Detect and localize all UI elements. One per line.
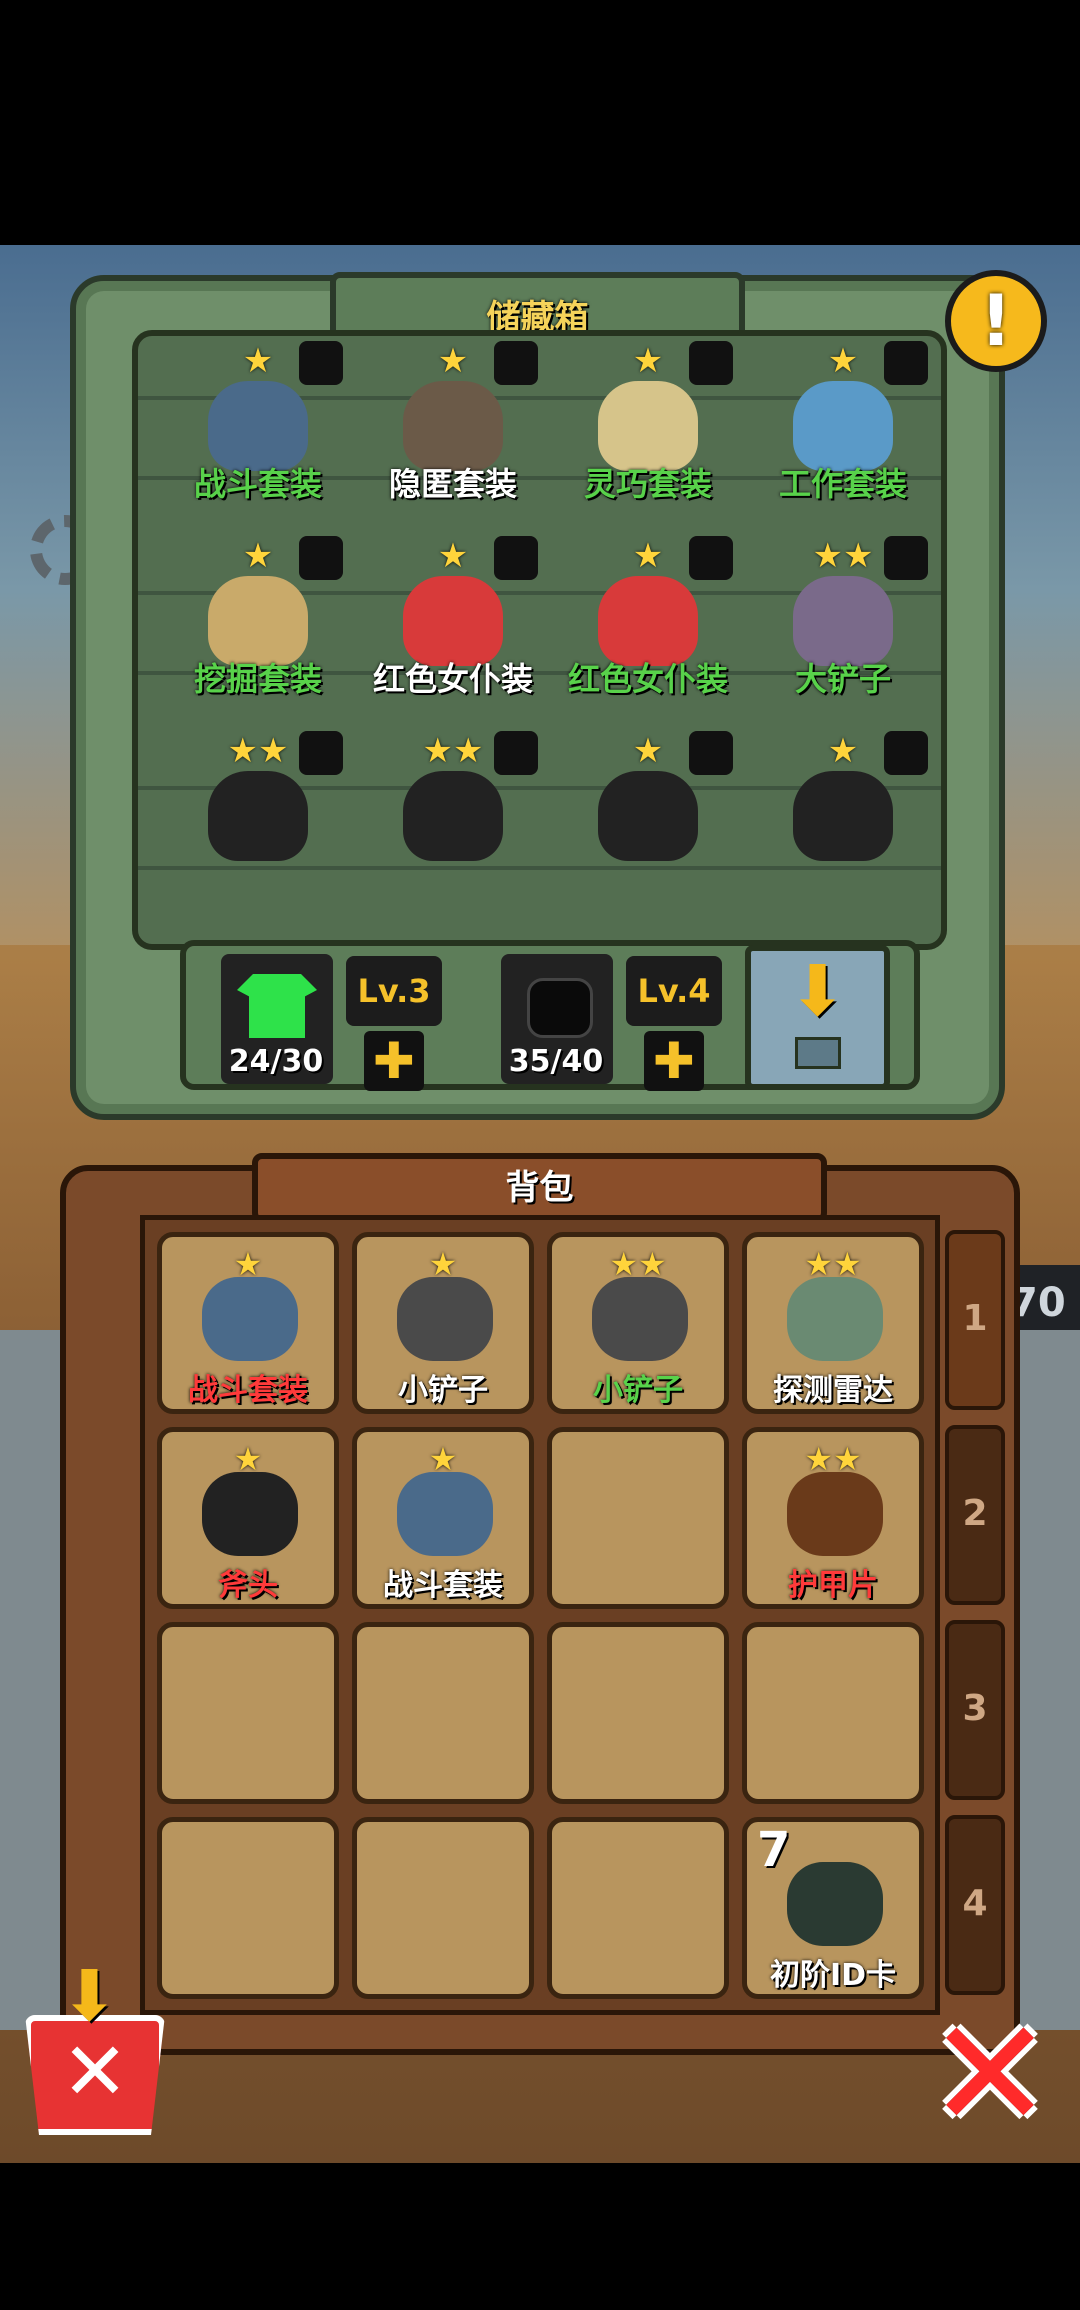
backpack-page-tab[interactable]: 4 (945, 1815, 1005, 1995)
backpack-slot[interactable]: ★★ 小铲子 (547, 1232, 729, 1414)
storage-item[interactable]: ★ 红色女仆装 (358, 536, 548, 726)
lock-slot-icon (494, 731, 538, 775)
lock-slot-icon (299, 341, 343, 385)
close-button[interactable]: ✕ (920, 2000, 1060, 2150)
red-maid-outfit-icon (598, 576, 698, 666)
storage-item[interactable]: ★ 红色女仆装 (553, 536, 743, 726)
storage-item[interactable]: ★ 挖掘套装 (163, 536, 353, 726)
slingshot-icon (403, 771, 503, 861)
backpack-slot[interactable]: ★ 战斗套装 (157, 1232, 339, 1414)
backpack-slot[interactable] (352, 1622, 534, 1804)
backpack-slot[interactable] (742, 1622, 924, 1804)
outfit-capacity: 24/30 (228, 1044, 324, 1079)
small-shovel-icon (592, 1277, 688, 1361)
backpack-slot[interactable]: ★★ 探测雷达 (742, 1232, 924, 1414)
combat-suit-icon (208, 381, 308, 471)
backpack-item-label: 小铲子 (593, 1373, 683, 1408)
backpack-slot[interactable] (157, 1622, 339, 1804)
storage-item-label: 大铲子 (794, 660, 891, 698)
discard-x-icon: ✕ (61, 2025, 129, 2118)
storage-item[interactable]: ★ (553, 731, 743, 921)
rocket-launcher-icon (793, 771, 893, 861)
storage-item[interactable]: ★★ 大铲子 (748, 536, 938, 726)
shirt-icon (237, 974, 317, 1038)
digging-suit-icon (208, 576, 308, 666)
chest-slot-icon (794, 1037, 841, 1069)
storage-item[interactable]: ★ 工作套装 (748, 341, 938, 531)
red-maid-outfit-icon (403, 576, 503, 666)
backpack-page-tab[interactable]: 2 (945, 1425, 1005, 1605)
storage-item[interactable]: ★★ (163, 731, 353, 921)
backpack-item-label: 初阶ID卡 (769, 1958, 897, 1993)
combat-suit-icon (397, 1472, 493, 1556)
down-arrow-icon: ⬇ (60, 1955, 119, 2037)
agile-suit-icon (598, 381, 698, 471)
backpack-slot[interactable] (547, 1817, 729, 1999)
backpack-page-tab[interactable]: 3 (945, 1620, 1005, 1800)
lock-slot-icon (299, 536, 343, 580)
backpack-item-label: 斧头 (218, 1568, 278, 1603)
lock-slot-icon (689, 731, 733, 775)
item-quantity: 7 (757, 1822, 791, 1878)
radar-detector-icon (787, 1277, 883, 1361)
backpack-item-label: 护甲片 (788, 1568, 878, 1603)
backpack-slot[interactable] (547, 1427, 729, 1609)
slingshot-icon (208, 771, 308, 861)
armor-plate-icon (787, 1472, 883, 1556)
lock-slot-icon (689, 536, 733, 580)
bag-icon (527, 978, 593, 1038)
storage-item-label: 工作套装 (778, 465, 907, 503)
lock-slot-icon (884, 536, 928, 580)
lock-slot-icon (884, 731, 928, 775)
alert-icon[interactable]: ! (945, 270, 1047, 372)
backpack-title: 背包 (505, 1168, 574, 1208)
lock-slot-icon (494, 536, 538, 580)
store-to-chest-button[interactable]: ⬇ (745, 945, 890, 1090)
backpack-item-label: 战斗套装 (188, 1373, 308, 1408)
backpack-slot[interactable] (352, 1817, 534, 1999)
combat-suit-icon (202, 1277, 298, 1361)
stealth-suit-icon (403, 381, 503, 471)
pistol-icon (598, 771, 698, 861)
backpack-slot[interactable]: 初阶ID卡 7 (742, 1817, 924, 1999)
big-shovel-icon (793, 576, 893, 666)
backpack-item-label: 战斗套装 (383, 1568, 503, 1603)
backpack-slot[interactable]: ★★ 护甲片 (742, 1427, 924, 1609)
storage-item[interactable]: ★ 隐匿套装 (358, 341, 548, 531)
storage-grid: ★ 战斗套装 ★ 隐匿套装 ★ 灵巧套装 ★ 工作套装 ★ 挖掘套装 ★ 红色女仆装 ★ 红色女仆装 ★★ 大… (132, 330, 947, 950)
bag-upgrade-button[interactable]: ✚ (644, 1031, 704, 1091)
outfit-level: Lv.3 (346, 956, 442, 1026)
lock-slot-icon (299, 731, 343, 775)
lock-slot-icon (884, 341, 928, 385)
backpack-item-label: 探测雷达 (773, 1373, 893, 1408)
backpack-page-tab[interactable]: 1 (945, 1230, 1005, 1410)
small-shovel-icon (397, 1277, 493, 1361)
backpack-slot[interactable]: ★ 小铲子 (352, 1232, 534, 1414)
down-arrow-icon: ⬇ (788, 950, 847, 1032)
lock-slot-icon (689, 341, 733, 385)
bag-level: Lv.4 (626, 956, 722, 1026)
storage-item[interactable]: ★ 灵巧套装 (553, 341, 743, 531)
lock-slot-icon (494, 341, 538, 385)
storage-item[interactable]: ★ (748, 731, 938, 921)
axe-icon (202, 1472, 298, 1556)
storage-item[interactable]: ★ 战斗套装 (163, 341, 353, 531)
backpack-grid: ★ 战斗套装 ★ 小铲子 ★★ 小铲子 ★★ 探测雷达 ★ 斧头 ★ 战斗套装 ★★ 护甲片初阶ID卡 7 (140, 1215, 940, 2015)
backpack-slot[interactable]: ★ 战斗套装 (352, 1427, 534, 1609)
backpack-slot[interactable]: ★ 斧头 (157, 1427, 339, 1609)
backpack-item-label: 小铲子 (398, 1373, 488, 1408)
id-card-icon (787, 1862, 883, 1946)
backpack-slot[interactable] (157, 1817, 339, 1999)
outfit-upgrade-button[interactable]: ✚ (364, 1031, 424, 1091)
work-suit-icon (793, 381, 893, 471)
bag-capacity: 35/40 (508, 1044, 604, 1079)
backpack-slot[interactable] (547, 1622, 729, 1804)
storage-item[interactable]: ★★ (358, 731, 548, 921)
discard-button[interactable]: ✕ ⬇ (20, 1955, 170, 2140)
